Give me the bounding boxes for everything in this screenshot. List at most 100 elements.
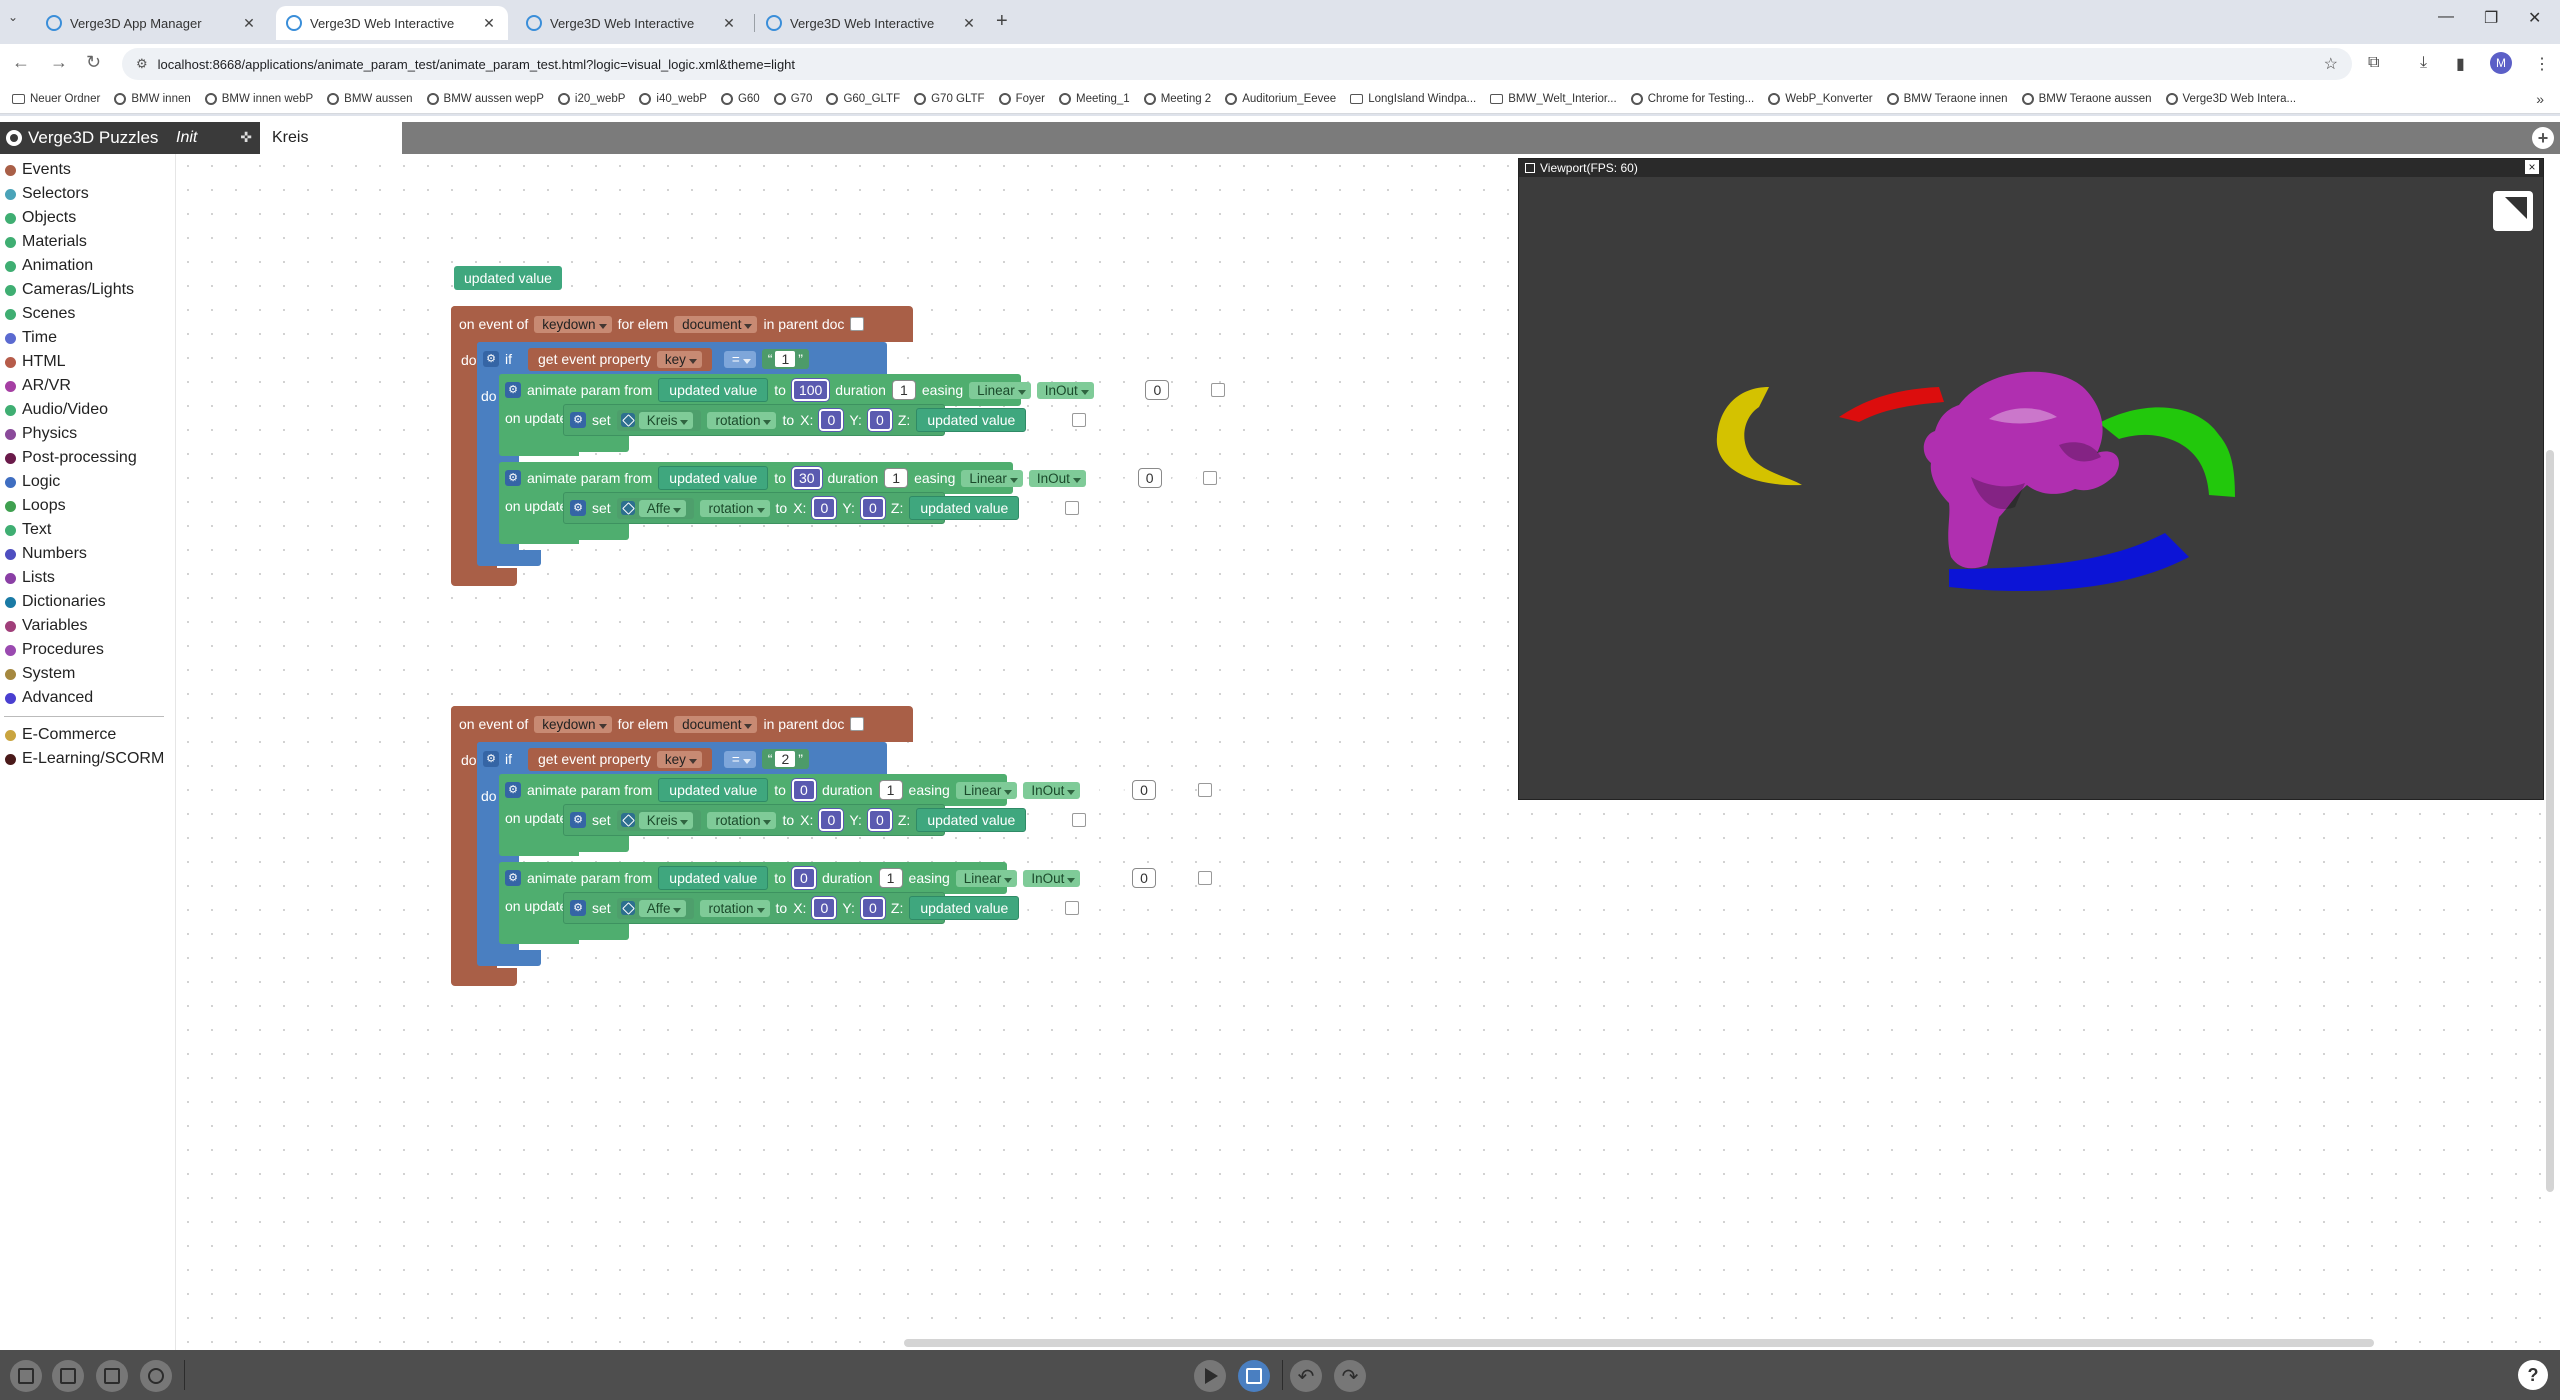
y-number[interactable]: 0 — [867, 409, 892, 431]
file-menu-button[interactable] — [10, 1360, 42, 1392]
category-variables[interactable]: Variables — [0, 614, 175, 638]
param-dropdown[interactable]: rotation — [707, 411, 777, 429]
set-param-block[interactable]: ⚙ set Affe rotation to X: 0 Y: 0 Z: updated value o… — [563, 492, 1080, 524]
back-arrow-icon[interactable]: ← — [12, 52, 30, 73]
to-value-number[interactable]: 0 — [791, 867, 816, 889]
event-type-dropdown[interactable]: keydown — [534, 715, 612, 733]
tab-web-interactive-active[interactable]: Verge3D Web Interactive ✕ — [276, 6, 508, 40]
category-dictionaries[interactable]: Dictionaries — [0, 590, 175, 614]
duration-number[interactable]: 1 — [884, 468, 909, 488]
bookmark-item[interactable]: Auditorium_Eevee — [1225, 92, 1336, 105]
set-param-block[interactable]: ⚙ set Kreis rotation to X: 0 Y: 0 Z: updated value… — [563, 804, 1087, 836]
pin-icon[interactable]: ✜ — [240, 129, 252, 146]
offset-checkbox[interactable] — [1065, 901, 1080, 915]
object-selector[interactable]: Affe — [616, 897, 695, 919]
bookmark-item[interactable]: Meeting 2 — [1143, 92, 1211, 105]
object-selector[interactable]: Affe — [616, 497, 695, 519]
duration-number[interactable]: 1 — [878, 868, 903, 888]
side-panel-icon[interactable]: ▮ — [2456, 54, 2465, 74]
set-gear-icon[interactable]: ⚙ — [570, 412, 586, 428]
in-parent-doc-checkbox[interactable] — [850, 317, 865, 331]
object-selector[interactable]: Kreis — [616, 809, 702, 831]
property-dropdown[interactable]: key — [656, 750, 702, 768]
bookmark-item[interactable]: Verge3D Web Intera... — [2165, 92, 2296, 105]
repeat-number[interactable]: 0 — [1137, 468, 1162, 488]
from-variable-block[interactable]: updated value — [658, 378, 769, 402]
bookmark-item[interactable]: BMW aussen — [327, 92, 413, 105]
close-icon[interactable]: ✕ — [480, 15, 498, 32]
category-advanced[interactable]: Advanced — [0, 686, 175, 710]
yoyo-checkbox[interactable] — [1197, 871, 1212, 885]
compare-block[interactable]: get event property key = “2” — [518, 744, 819, 774]
compare-block[interactable]: get event property key = “1” — [518, 344, 819, 374]
bookmark-item[interactable]: G70 GLTF — [914, 92, 985, 105]
animate-gear-icon[interactable]: ⚙ — [505, 782, 521, 798]
bookmark-item[interactable]: WebP_Konverter — [1768, 92, 1873, 105]
bookmark-item[interactable]: G60_GLTF — [826, 92, 900, 105]
category-ar-vr[interactable]: AR/VR — [0, 374, 175, 398]
y-number[interactable]: 0 — [867, 809, 892, 831]
category-logic[interactable]: Logic — [0, 470, 175, 494]
from-variable-block[interactable]: updated value — [658, 778, 769, 802]
close-icon[interactable]: ✕ — [240, 15, 258, 32]
new-tab-plus-icon[interactable]: + — [996, 10, 1008, 33]
animate-param-header[interactable]: ⚙ animate param from updated value to 30 dura… — [499, 462, 1218, 494]
string-value[interactable]: 2 — [775, 750, 796, 767]
bookmark-item[interactable]: BMW innen webP — [204, 92, 313, 105]
bookmark-item[interactable]: LongIsland Windpa... — [1350, 93, 1476, 105]
element-dropdown[interactable]: document — [674, 715, 758, 733]
string-block[interactable]: “2” — [761, 748, 809, 769]
tab-web-interactive-3[interactable]: Verge3D Web Interactive ✕ — [756, 6, 988, 40]
category-time[interactable]: Time — [0, 326, 175, 350]
help-button[interactable]: ? — [2518, 1360, 2548, 1390]
bookmark-item[interactable]: Foyer — [998, 92, 1045, 105]
get-event-property-block[interactable]: get event property key — [528, 347, 712, 371]
y-number[interactable]: 0 — [860, 897, 885, 919]
from-variable-block[interactable]: updated value — [658, 466, 769, 490]
set-param-block[interactable]: ⚙ set Kreis rotation to X: 0 Y: 0 Z: updated value… — [563, 404, 1087, 436]
event-type-dropdown[interactable]: keydown — [534, 315, 612, 333]
to-value-number[interactable]: 0 — [791, 779, 816, 801]
y-number[interactable]: 0 — [860, 497, 885, 519]
yoyo-checkbox[interactable] — [1197, 783, 1212, 797]
bookmark-item[interactable]: Chrome for Testing... — [1630, 92, 1754, 105]
category-scenes[interactable]: Scenes — [0, 302, 175, 326]
bookmark-item[interactable]: BMW_Welt_Interior... — [1490, 93, 1617, 105]
tab-web-interactive-2[interactable]: Verge3D Web Interactive ✕ — [516, 6, 748, 40]
category-materials[interactable]: Materials — [0, 230, 175, 254]
set-gear-icon[interactable]: ⚙ — [570, 900, 586, 916]
category-animation[interactable]: Animation — [0, 254, 175, 278]
viewport-scene[interactable] — [1519, 177, 2543, 799]
animate-param-header[interactable]: ⚙ animate param from updated value to 0 durat… — [499, 774, 1212, 806]
element-dropdown[interactable]: document — [674, 315, 758, 333]
app-logo[interactable]: Verge3D Puzzles — [0, 122, 164, 154]
bookmarks-overflow-icon[interactable]: » — [2536, 91, 2544, 107]
viewport-close-icon[interactable]: × — [2525, 160, 2539, 174]
category-numbers[interactable]: Numbers — [0, 542, 175, 566]
bookmark-item[interactable]: Neuer Ordner — [12, 93, 100, 105]
easing-dropdown[interactable]: Linear — [955, 869, 1018, 887]
if-header[interactable]: ⚙ if get event property key = “2” — [477, 742, 887, 776]
to-value-number[interactable]: 100 — [791, 379, 830, 401]
easing-mode-dropdown[interactable]: InOut — [1023, 781, 1081, 799]
workspace-tab-kreis[interactable]: Kreis — [260, 122, 402, 154]
x-number[interactable]: 0 — [812, 897, 837, 919]
x-number[interactable]: 0 — [819, 809, 844, 831]
easing-dropdown[interactable]: Linear — [955, 781, 1018, 799]
download-icon[interactable]: ⤓ — [2420, 54, 2427, 72]
animate-gear-icon[interactable]: ⚙ — [505, 382, 521, 398]
easing-dropdown[interactable]: Linear — [969, 381, 1031, 399]
site-info-icon[interactable]: ⚙ — [136, 56, 148, 72]
repeat-number[interactable]: 0 — [1145, 380, 1170, 400]
menu-kebab-icon[interactable]: ⋮ — [2534, 54, 2550, 74]
property-dropdown[interactable]: key — [656, 350, 702, 368]
updated-value-variable-block[interactable]: updated value — [454, 266, 562, 290]
offset-checkbox[interactable] — [1072, 413, 1087, 427]
on-event-header[interactable]: on event of keydown for elem document in par… — [451, 306, 913, 342]
object-dropdown[interactable]: Affe — [638, 499, 687, 517]
duration-number[interactable]: 1 — [891, 380, 916, 400]
bookmark-item[interactable]: BMW innen — [114, 92, 191, 105]
vertical-scrollbar[interactable] — [2546, 450, 2554, 1192]
set-param-block[interactable]: ⚙ set Affe rotation to X: 0 Y: 0 Z: updated value o… — [563, 892, 1080, 924]
category-text[interactable]: Text — [0, 518, 175, 542]
